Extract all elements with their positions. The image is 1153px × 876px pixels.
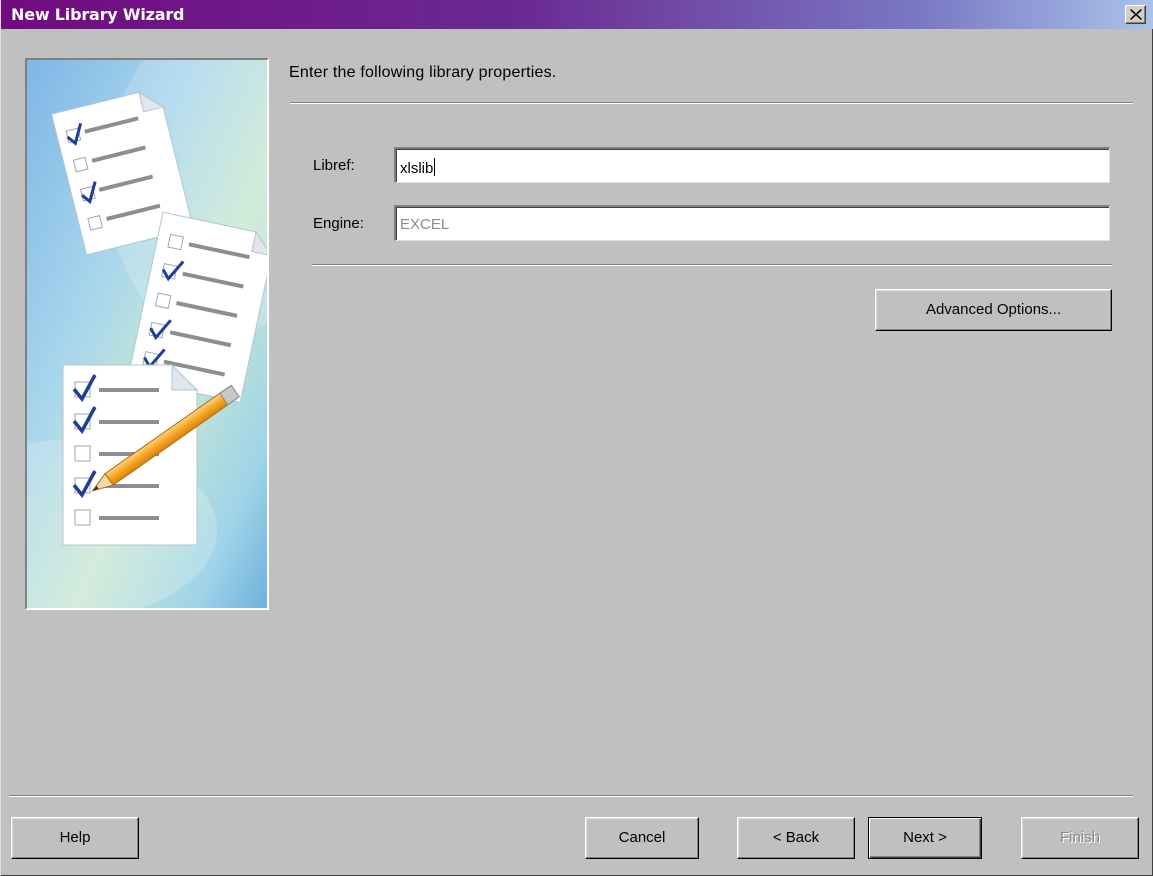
next-button[interactable]: Next > (868, 817, 982, 859)
checklist-pencil-illustration (27, 60, 267, 608)
help-button[interactable]: Help (11, 817, 139, 859)
advanced-options-button[interactable]: Advanced Options... (875, 289, 1112, 331)
close-icon (1130, 9, 1142, 20)
libref-input[interactable]: xlslib (394, 147, 1110, 183)
title-bar[interactable]: New Library Wizard (1, 0, 1153, 29)
wizard-side-image (25, 58, 269, 610)
instructions-text: Enter the following library properties. (289, 64, 557, 81)
fields-divider (312, 264, 1112, 266)
libref-value: xlslib (400, 160, 434, 177)
back-button[interactable]: < Back (737, 817, 855, 859)
cancel-button[interactable]: Cancel (585, 817, 699, 859)
window-title: New Library Wizard (11, 5, 185, 24)
finish-button: Finish (1021, 817, 1139, 859)
footer-divider (9, 795, 1133, 797)
header-divider (290, 102, 1133, 104)
engine-input: EXCEL (394, 205, 1110, 241)
libref-label: Libref: (313, 157, 355, 174)
new-library-wizard-window: New Library Wizard Enter the following l… (0, 0, 1153, 876)
engine-label: Engine: (313, 215, 364, 232)
text-caret (434, 158, 436, 176)
close-button[interactable] (1125, 5, 1146, 24)
